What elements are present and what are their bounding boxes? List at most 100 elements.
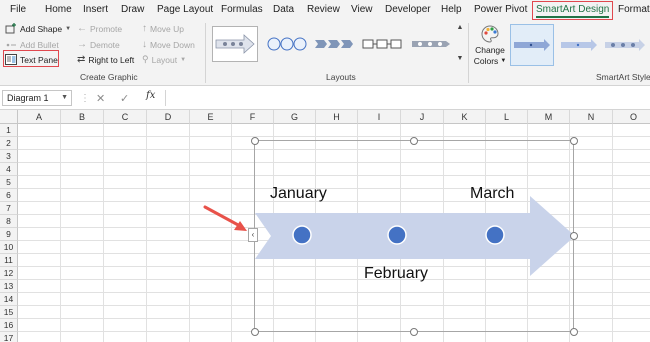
- resize-handle-right[interactable]: [570, 232, 578, 240]
- enter-check-icon[interactable]: ✓: [120, 90, 129, 106]
- arrow-down-icon: ↓: [142, 39, 147, 50]
- column-header[interactable]: N: [570, 110, 613, 124]
- name-box[interactable]: Diagram 1 ▼: [2, 90, 72, 106]
- tab-home[interactable]: Home: [45, 0, 72, 20]
- scroll-up-icon[interactable]: ▲: [456, 24, 464, 31]
- style-option-2[interactable]: [557, 24, 601, 66]
- select-all-corner[interactable]: [0, 110, 18, 124]
- layout-option-5[interactable]: [408, 26, 454, 62]
- add-shape-icon: [5, 23, 16, 34]
- row-header[interactable]: 8: [0, 215, 18, 228]
- layout-option-1[interactable]: [212, 26, 258, 62]
- arrow-right-icon: →: [77, 39, 87, 50]
- tab-data[interactable]: Data: [273, 0, 294, 20]
- tab-smartart-design[interactable]: SmartArt Design: [532, 1, 614, 20]
- right-to-left-button[interactable]: ⇄ Right to Left: [77, 54, 134, 65]
- column-header[interactable]: F: [232, 110, 274, 124]
- scroll-down-icon[interactable]: ▼: [456, 55, 464, 62]
- layouts-gallery-scroll[interactable]: ▲ ▼: [456, 24, 464, 62]
- row-header[interactable]: 1: [0, 124, 18, 137]
- style-arrow-flat-icon: [514, 39, 550, 51]
- row-header[interactable]: 7: [0, 202, 18, 215]
- promote-button[interactable]: ← Promote: [77, 23, 122, 34]
- insert-function-button[interactable]: fx: [146, 90, 155, 101]
- create-graphic-group-label: Create Graphic: [80, 72, 138, 82]
- smartart-timeline-arrow: [255, 196, 575, 276]
- formula-bar: Diagram 1 ▼ ⋮ ✕ ✓ fx: [0, 86, 650, 110]
- change-colors-button[interactable]: Change Colors ▼: [474, 24, 506, 66]
- column-header[interactable]: A: [18, 110, 61, 124]
- layout-option-4[interactable]: [360, 26, 406, 62]
- tab-formulas[interactable]: Formulas: [221, 0, 263, 20]
- tab-file[interactable]: File: [10, 0, 26, 20]
- column-header[interactable]: I: [358, 110, 401, 124]
- timeline-dot-2: [387, 225, 407, 245]
- row-header[interactable]: 16: [0, 319, 18, 332]
- column-header[interactable]: C: [104, 110, 147, 124]
- row-gridline: [18, 136, 650, 137]
- row-header[interactable]: 10: [0, 241, 18, 254]
- row-header[interactable]: 13: [0, 280, 18, 293]
- tab-developer[interactable]: Developer: [385, 0, 431, 20]
- cancel-icon[interactable]: ✕: [96, 90, 105, 106]
- resize-handle-top-right[interactable]: [570, 137, 578, 145]
- tab-view[interactable]: View: [351, 0, 373, 20]
- row-header[interactable]: 6: [0, 189, 18, 202]
- add-shape-button[interactable]: Add Shape ▼: [5, 23, 71, 35]
- tab-help[interactable]: Help: [441, 0, 462, 20]
- tab-draw[interactable]: Draw: [121, 0, 144, 20]
- tab-page-layout[interactable]: Page Layout: [157, 0, 213, 20]
- resize-handle-top[interactable]: [410, 137, 418, 145]
- row-header[interactable]: 11: [0, 254, 18, 267]
- column-header[interactable]: B: [61, 110, 104, 124]
- arrow-up-icon: ↑: [142, 23, 147, 34]
- resize-handle-top-left[interactable]: [251, 137, 259, 145]
- tab-insert[interactable]: Insert: [83, 0, 108, 20]
- row-header[interactable]: 4: [0, 163, 18, 176]
- style-option-1[interactable]: [510, 24, 554, 66]
- column-header[interactable]: M: [528, 110, 570, 124]
- demote-button[interactable]: → Demote: [77, 39, 120, 50]
- tab-power-pivot[interactable]: Power Pivot: [474, 0, 527, 20]
- column-header[interactable]: J: [401, 110, 444, 124]
- resize-handle-bottom[interactable]: [410, 328, 418, 336]
- text-pane-button[interactable]: Text Pane: [5, 54, 58, 65]
- row-header[interactable]: 17: [0, 332, 18, 342]
- row-header[interactable]: 14: [0, 293, 18, 306]
- column-header[interactable]: G: [274, 110, 316, 124]
- row-header[interactable]: 3: [0, 150, 18, 163]
- column-header[interactable]: L: [486, 110, 528, 124]
- column-header[interactable]: E: [190, 110, 232, 124]
- column-header[interactable]: K: [444, 110, 486, 124]
- layout-button[interactable]: ⚲ Layout ▼: [142, 54, 186, 65]
- resize-handle-bottom-left[interactable]: [251, 328, 259, 336]
- smartart-graphic[interactable]: January February March: [254, 140, 575, 332]
- column-header[interactable]: H: [316, 110, 358, 124]
- row-header[interactable]: 2: [0, 137, 18, 150]
- layout-option-3[interactable]: [312, 26, 358, 62]
- style-option-3[interactable]: [602, 24, 646, 66]
- chevron-down-icon[interactable]: ▼: [61, 91, 68, 105]
- smartart-text-march[interactable]: March: [470, 185, 514, 203]
- tab-format[interactable]: Format: [618, 0, 650, 20]
- org-chart-icon: ⚲: [142, 54, 149, 64]
- move-up-button[interactable]: ↑ Move Up: [142, 23, 184, 34]
- add-shape-label: Add Shape: [20, 24, 63, 34]
- row-header[interactable]: 12: [0, 267, 18, 280]
- smartart-text-february[interactable]: February: [364, 265, 428, 283]
- layout-option-2[interactable]: [264, 26, 310, 62]
- row-header[interactable]: 5: [0, 176, 18, 189]
- more-options-icon[interactable]: ⋮: [80, 90, 90, 106]
- smartart-text-january[interactable]: January: [270, 185, 327, 203]
- process-layout-icon: [412, 41, 450, 47]
- column-gridline: [146, 124, 147, 342]
- column-header[interactable]: D: [147, 110, 190, 124]
- row-header[interactable]: 9: [0, 228, 18, 241]
- row-header[interactable]: 15: [0, 306, 18, 319]
- formula-input[interactable]: [165, 90, 648, 106]
- group-divider: [205, 23, 206, 83]
- column-header[interactable]: O: [613, 110, 650, 124]
- resize-handle-bottom-right[interactable]: [570, 328, 578, 336]
- move-down-button[interactable]: ↓ Move Down: [142, 39, 195, 50]
- tab-review[interactable]: Review: [307, 0, 340, 20]
